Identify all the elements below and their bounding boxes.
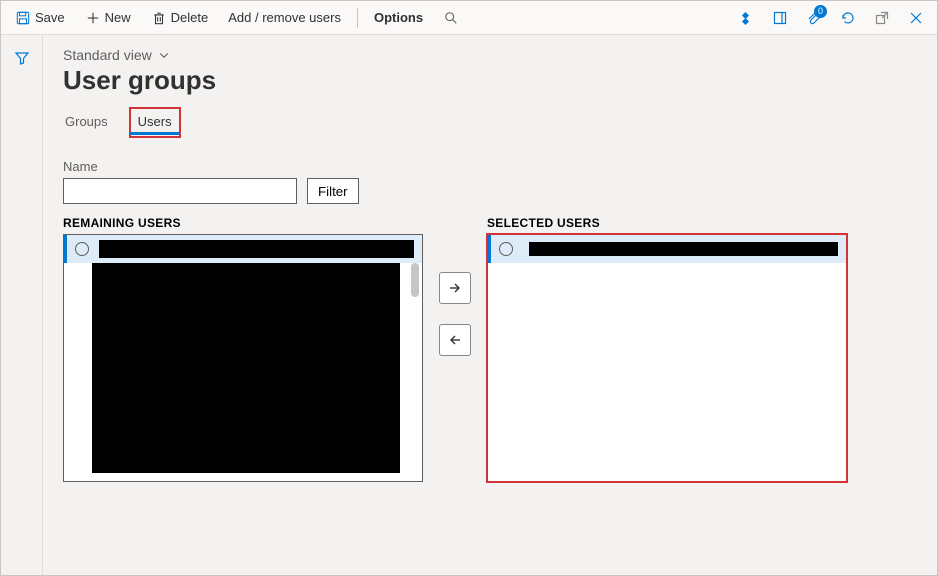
selected-users-title: SELECTED USERS — [487, 216, 847, 230]
close-icon — [908, 10, 924, 26]
delete-button[interactable]: Delete — [143, 6, 217, 30]
options-button[interactable]: Options — [366, 6, 431, 29]
popout-button[interactable] — [867, 3, 897, 33]
tab-users[interactable]: Users — [130, 108, 180, 137]
new-label: New — [105, 10, 131, 25]
refresh-button[interactable] — [833, 3, 863, 33]
name-input[interactable] — [63, 178, 297, 204]
row-marker[interactable] — [75, 242, 89, 256]
save-button[interactable]: Save — [7, 6, 73, 30]
add-remove-users-label: Add / remove users — [228, 10, 341, 25]
chevron-down-icon — [158, 49, 170, 61]
arrow-left-icon — [447, 332, 463, 348]
save-icon — [15, 10, 31, 26]
left-rail — [1, 35, 43, 575]
transfer-buttons — [439, 216, 471, 356]
office-icon — [772, 10, 788, 26]
selected-users-panel: SELECTED USERS — [487, 216, 847, 482]
search-button[interactable] — [435, 6, 467, 30]
main-content: Standard view User groups Groups Users N… — [43, 35, 937, 575]
redacted-content — [92, 263, 400, 473]
office-button[interactable] — [765, 3, 795, 33]
filter-pane-button[interactable] — [7, 43, 37, 73]
plus-icon — [85, 10, 101, 26]
move-right-button[interactable] — [439, 272, 471, 304]
attachments-count: 0 — [814, 5, 827, 18]
filter-button[interactable]: Filter — [307, 178, 359, 204]
move-left-button[interactable] — [439, 324, 471, 356]
refresh-icon — [840, 10, 856, 26]
selected-users-list[interactable] — [487, 234, 847, 482]
trash-icon — [151, 10, 167, 26]
remaining-users-title: REMAINING USERS — [63, 216, 423, 230]
page-title: User groups — [63, 65, 917, 96]
list-item[interactable] — [488, 235, 846, 263]
save-label: Save — [35, 10, 65, 25]
new-button[interactable]: New — [77, 6, 139, 30]
arrow-right-icon — [447, 280, 463, 296]
options-label: Options — [374, 10, 423, 25]
search-icon — [443, 10, 459, 26]
add-remove-users-button[interactable]: Add / remove users — [220, 6, 349, 29]
delete-label: Delete — [171, 10, 209, 25]
list-item[interactable] — [64, 235, 422, 263]
remaining-users-panel: REMAINING USERS — [63, 216, 423, 482]
toolbar: Save New Delete Add / remove users Optio… — [1, 1, 937, 35]
view-selector[interactable]: Standard view — [63, 47, 917, 63]
popout-icon — [874, 10, 890, 26]
row-marker[interactable] — [499, 242, 513, 256]
scrollbar[interactable] — [408, 263, 422, 481]
row-content — [529, 242, 838, 256]
tab-strip: Groups Users — [63, 108, 917, 137]
tab-groups[interactable]: Groups — [63, 108, 110, 137]
toolbar-separator — [357, 8, 358, 28]
attachments-button[interactable]: 0 — [799, 3, 829, 33]
related-button[interactable] — [731, 3, 761, 33]
name-label: Name — [63, 159, 917, 174]
close-button[interactable] — [901, 3, 931, 33]
row-content — [99, 240, 414, 258]
diamond-icon — [738, 10, 754, 26]
scrollbar-thumb[interactable] — [411, 263, 419, 297]
view-label: Standard view — [63, 47, 152, 63]
funnel-icon — [14, 50, 30, 66]
remaining-users-list[interactable] — [63, 234, 423, 482]
